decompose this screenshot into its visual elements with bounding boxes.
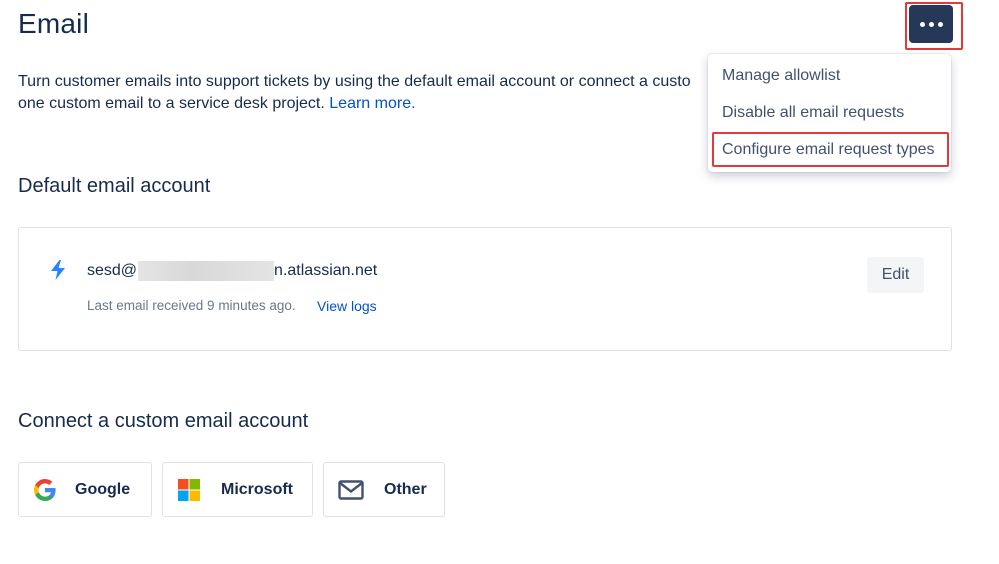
more-dot — [928, 21, 934, 27]
more-actions-button[interactable] — [909, 5, 953, 43]
account-email: sesd@ n.atlassian.net — [87, 261, 377, 281]
menu-item-disable-email-requests[interactable]: Disable all email requests — [708, 95, 951, 131]
intro-line-2: one custom email to a service desk proje… — [18, 95, 325, 112]
menu-item-manage-allowlist[interactable]: Manage allowlist — [708, 58, 951, 94]
menu-item-configure-request-types[interactable]: Configure email request types — [708, 132, 951, 168]
google-icon — [34, 478, 56, 501]
default-account-card: sesd@ n.atlassian.net Last email receive… — [18, 227, 952, 351]
more-dot — [937, 21, 943, 27]
microsoft-icon — [178, 478, 200, 501]
other-label: Other — [384, 480, 427, 498]
page-title: Email — [18, 8, 90, 39]
default-email-heading: Default email account — [18, 175, 211, 197]
email-suffix: n.atlassian.net — [274, 262, 378, 279]
last-email-status: Last email received 9 minutes ago. — [87, 298, 296, 313]
view-logs-link[interactable]: View logs — [317, 298, 377, 314]
google-provider-button[interactable]: Google — [18, 462, 152, 517]
other-provider-button[interactable]: Other — [323, 462, 445, 517]
learn-more-link[interactable]: Learn more. — [329, 95, 415, 112]
envelope-icon — [338, 479, 364, 500]
more-actions-menu: Manage allowlist Disable all email reque… — [708, 54, 951, 172]
microsoft-label: Microsoft — [221, 480, 293, 498]
email-prefix: sesd@ — [87, 262, 138, 279]
more-horizontal-icon — [919, 21, 925, 27]
intro-text: Turn customer emails into support ticket… — [18, 71, 718, 115]
edit-button[interactable]: Edit — [867, 257, 924, 293]
redacted-block — [138, 261, 275, 281]
google-label: Google — [75, 480, 131, 498]
microsoft-provider-button[interactable]: Microsoft — [162, 462, 313, 517]
lightning-bolt-icon — [51, 260, 65, 280]
connect-custom-heading: Connect a custom email account — [18, 410, 309, 432]
intro-line-1: Turn customer emails into support ticket… — [18, 73, 691, 90]
